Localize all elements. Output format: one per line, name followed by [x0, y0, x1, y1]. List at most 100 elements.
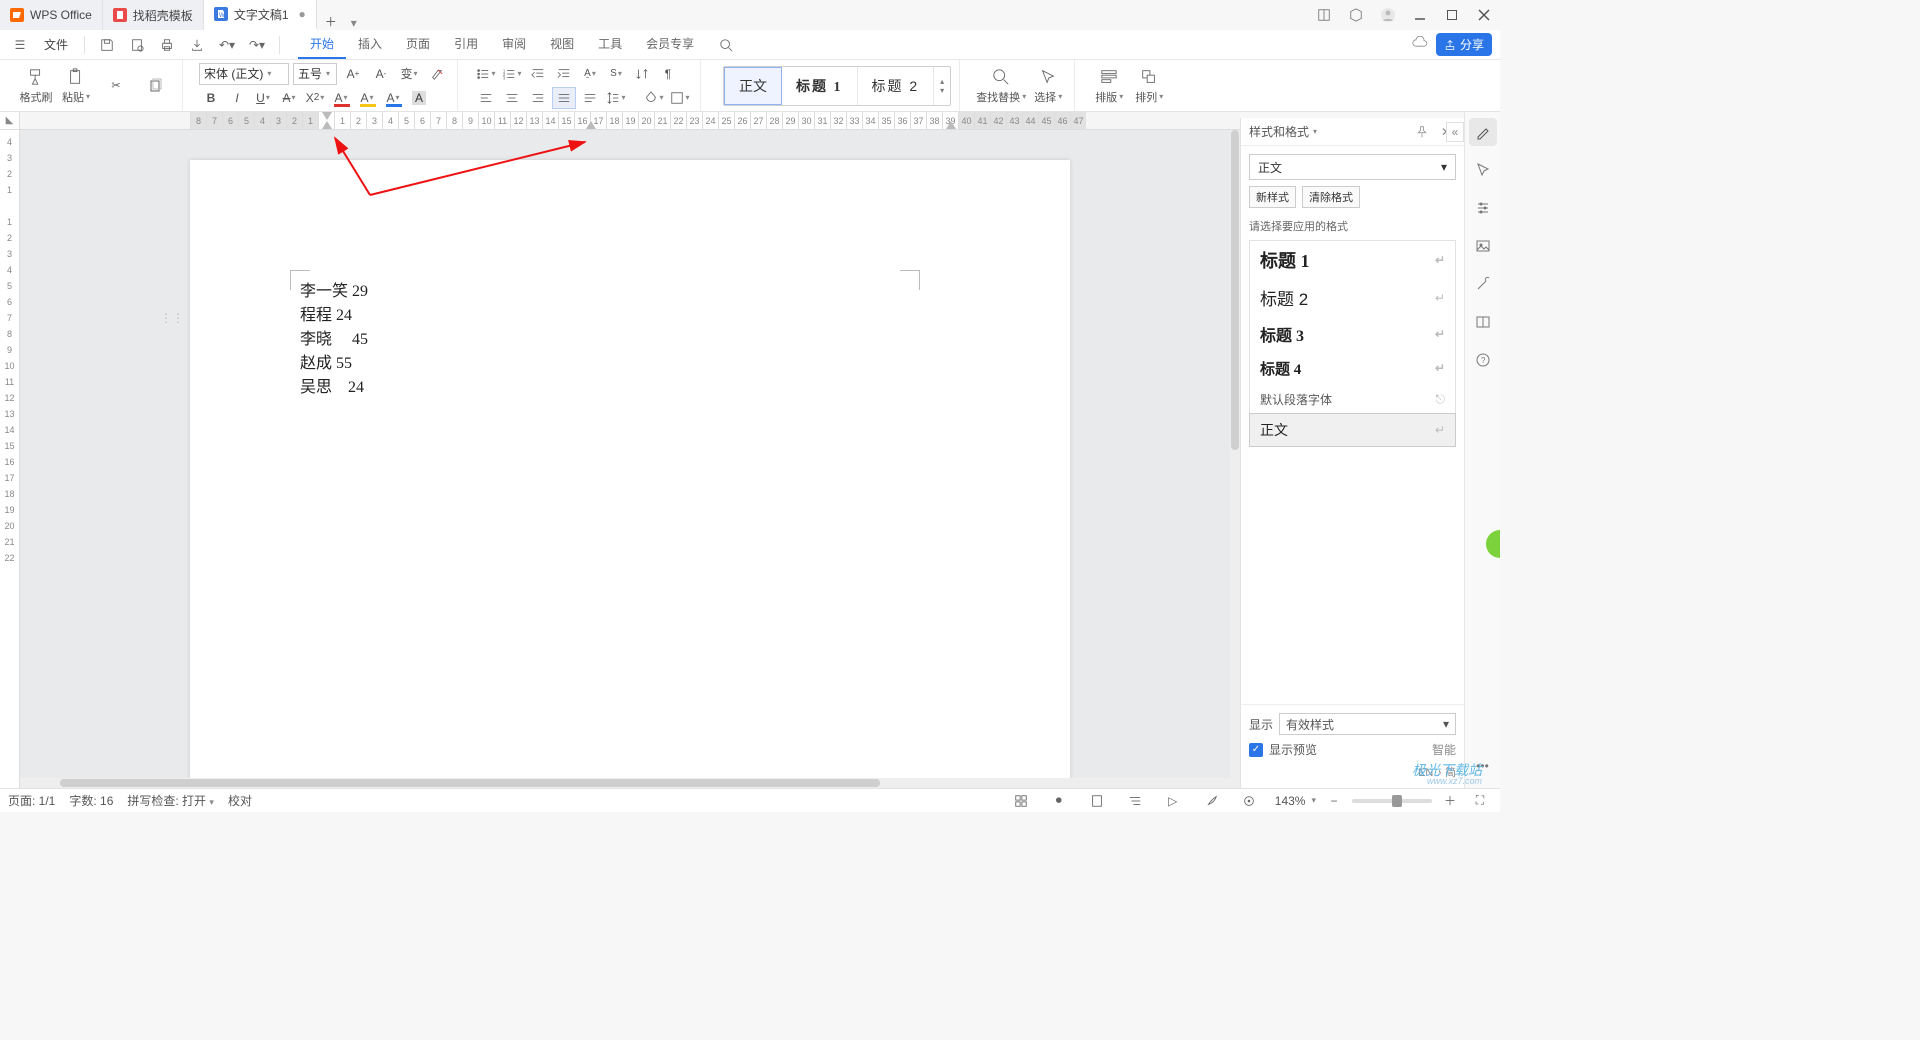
window-minimize[interactable] — [1404, 0, 1436, 30]
tab-stop-marker[interactable] — [586, 119, 596, 129]
status-web-view-icon[interactable] — [1199, 791, 1223, 811]
hamburger-menu[interactable]: ☰ — [8, 33, 32, 57]
style-list-item-default-font[interactable]: 默认段落字体⎋ — [1250, 385, 1455, 414]
header-cube-icon[interactable] — [1340, 0, 1372, 30]
display-filter-combo[interactable]: 有效样式▾ — [1279, 713, 1456, 735]
character-shading-button[interactable]: A — [407, 87, 431, 109]
tab-wps-home[interactable]: WPS Office — [0, 0, 103, 30]
decrease-indent-button[interactable] — [526, 63, 550, 85]
undo-icon[interactable]: ↶▾ — [215, 33, 239, 57]
scrollbar-thumb[interactable] — [60, 779, 880, 787]
paste-button[interactable]: 粘贴▾ — [58, 64, 94, 108]
align-right-button[interactable] — [526, 87, 550, 109]
rail-edit-icon[interactable] — [1469, 118, 1497, 146]
doc-line[interactable]: 李晓 45 — [300, 328, 960, 352]
doc-line[interactable]: 程程 24 — [300, 304, 960, 328]
menu-tab-member[interactable]: 会员专享 — [634, 30, 706, 59]
status-proofread[interactable]: 校对 — [228, 792, 252, 809]
vertical-ruler[interactable]: 432112345678910111213141516171819202122 — [0, 130, 20, 788]
borders-button[interactable]: ▾ — [668, 87, 692, 109]
tab-docer-templates[interactable]: 找稻壳模板 — [103, 0, 204, 30]
save-icon[interactable] — [95, 33, 119, 57]
align-left-button[interactable] — [474, 87, 498, 109]
horizontal-ruler[interactable]: 8765432112345678910111213141516171819202… — [20, 112, 1240, 130]
clear-format-button[interactable]: 清除格式 — [1302, 186, 1360, 208]
current-style-combo[interactable]: 正文 ▾ — [1249, 154, 1456, 180]
menu-tab-page[interactable]: 页面 — [394, 30, 442, 59]
decrease-font-icon[interactable]: A- — [369, 63, 393, 85]
scrollbar-thumb[interactable] — [1231, 130, 1239, 450]
align-justify-button[interactable] — [552, 87, 576, 109]
asian-layout-button[interactable]: S▾ — [604, 63, 628, 85]
font-family-combo[interactable]: 宋体 (正文)▾ — [199, 63, 289, 85]
status-page-view-icon[interactable] — [1085, 791, 1109, 811]
pin-icon[interactable] — [1412, 122, 1432, 142]
redo-icon[interactable]: ↷▾ — [245, 33, 269, 57]
status-zoom-value[interactable]: 143% — [1275, 794, 1306, 808]
header-reader-icon[interactable] — [1308, 0, 1340, 30]
style-item-h2[interactable]: 标题 2 — [858, 67, 935, 105]
increase-indent-button[interactable] — [552, 63, 576, 85]
right-indent-marker[interactable] — [946, 119, 956, 129]
superscript-button[interactable]: X2▾ — [303, 87, 327, 109]
zoom-slider-thumb[interactable] — [1392, 795, 1402, 807]
menu-tab-view[interactable]: 视图 — [538, 30, 586, 59]
window-close[interactable] — [1468, 0, 1500, 30]
style-list-item-body[interactable]: 正文↵ — [1249, 413, 1456, 447]
status-words[interactable]: 字数: 16 — [69, 792, 113, 809]
show-preview-checkbox[interactable]: ✓ — [1249, 743, 1263, 757]
ruler-corner[interactable]: ◣ — [0, 112, 20, 130]
export-icon[interactable] — [185, 33, 209, 57]
style-gallery-scroll[interactable]: ▴▾ — [934, 67, 950, 105]
print-icon[interactable] — [155, 33, 179, 57]
share-button[interactable]: 分享 — [1436, 33, 1492, 56]
doc-line[interactable]: 吴思 24 — [300, 376, 960, 400]
chevron-down-icon[interactable]: ▾ — [1311, 795, 1316, 806]
status-read-view-icon[interactable]: ▷ — [1161, 791, 1185, 811]
font-color-button[interactable]: A▾ — [329, 87, 353, 109]
style-list-item-h3[interactable]: 标题 3↵ — [1250, 316, 1455, 352]
rail-help-icon[interactable]: ? — [1469, 346, 1497, 374]
menu-tab-insert[interactable]: 插入 — [346, 30, 394, 59]
increase-font-icon[interactable]: A+ — [341, 63, 365, 85]
style-list-item-h1[interactable]: 标题 1↵ — [1250, 241, 1455, 279]
menu-tab-tools[interactable]: 工具 — [586, 30, 634, 59]
search-icon[interactable] — [714, 33, 738, 57]
fullscreen-icon[interactable]: ⛶ — [1468, 791, 1492, 811]
doc-line[interactable]: 李一笑 29 — [300, 280, 960, 304]
menu-tab-review[interactable]: 审阅 — [490, 30, 538, 59]
status-grid-icon[interactable] — [1009, 791, 1033, 811]
change-case-icon[interactable]: 变▾ — [397, 63, 421, 85]
smart-label[interactable]: 智能 — [1432, 741, 1456, 758]
new-style-button[interactable]: 新样式 — [1249, 186, 1296, 208]
format-painter-button[interactable]: 格式刷 — [18, 64, 54, 108]
distribute-button[interactable] — [578, 87, 602, 109]
find-replace-button[interactable]: 查找替换▾ — [976, 64, 1026, 108]
cut-button[interactable]: ✂ — [98, 64, 134, 108]
strikethrough-button[interactable]: A▾ — [277, 87, 301, 109]
align-center-button[interactable] — [500, 87, 524, 109]
style-list-item-h4[interactable]: 标题 4↵ — [1250, 352, 1455, 385]
rail-select-icon[interactable] — [1469, 156, 1497, 184]
tab-document[interactable]: W 文字文稿1 ● — [204, 0, 317, 30]
underline-button[interactable]: U▾ — [251, 87, 275, 109]
window-maximize[interactable] — [1436, 0, 1468, 30]
shading-button[interactable]: ▾ — [642, 87, 666, 109]
rail-reader-icon[interactable] — [1469, 308, 1497, 336]
zoom-out-button[interactable]: − — [1322, 791, 1346, 811]
phonetic-guide-button[interactable]: A̱▾ — [578, 63, 602, 85]
layout-button[interactable]: 排版▾ — [1091, 64, 1127, 108]
zoom-in-button[interactable]: ＋ — [1438, 791, 1462, 811]
document-page[interactable]: ⋮⋮ 李一笑 29 程程 24 李晓 45 赵成 55 吴思 24 — [190, 160, 1070, 788]
bullets-button[interactable]: ▾ — [474, 63, 498, 85]
select-button[interactable]: 选择▾ — [1030, 64, 1066, 108]
header-avatar-icon[interactable] — [1372, 0, 1404, 30]
rail-image-icon[interactable] — [1469, 232, 1497, 260]
vertical-scrollbar[interactable] — [1230, 130, 1240, 788]
status-record-icon[interactable]: ⏺ — [1047, 791, 1071, 811]
rail-tools-icon[interactable] — [1469, 270, 1497, 298]
tab-list-dropdown[interactable]: ▾ — [345, 16, 363, 30]
tab-add-button[interactable]: ＋ — [317, 13, 345, 30]
panel-collapse-chevron[interactable]: « — [1446, 122, 1464, 142]
ime-indicator[interactable]: EN ♪ 简 — [1249, 764, 1456, 780]
